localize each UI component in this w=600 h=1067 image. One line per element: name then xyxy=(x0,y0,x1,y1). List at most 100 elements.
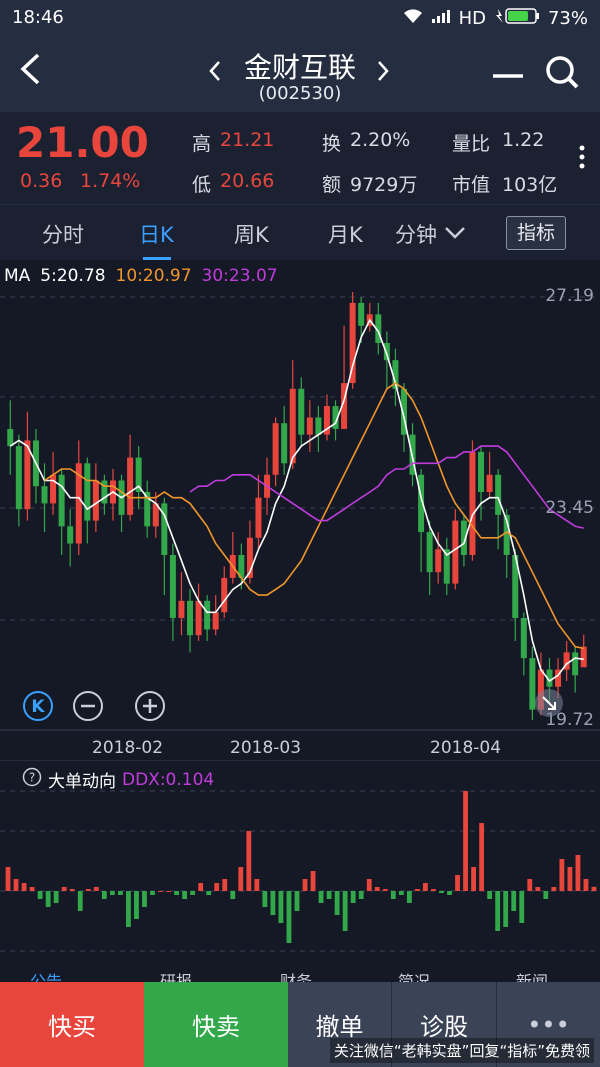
ddx-bar xyxy=(406,891,412,903)
ma5-value: 5:20.78 xyxy=(40,266,106,286)
candle-body xyxy=(67,526,74,544)
candle-body xyxy=(358,302,365,326)
candle-body xyxy=(178,600,185,619)
bottom-action-bar: 公告 研报 财务 简况 新闻 快买 快卖 撤单 诊股 ••• 关注微信“老韩实盘… xyxy=(0,972,600,1067)
ddx-bar xyxy=(69,889,75,891)
signal-icon xyxy=(431,8,451,29)
last-price: 21.00 xyxy=(16,118,149,167)
k-mode-icon[interactable]: K xyxy=(22,690,54,726)
status-time: 18:46 xyxy=(12,7,64,28)
ddx-bar xyxy=(495,891,501,931)
price-change-pct: 1.74% xyxy=(80,170,141,192)
candle-body xyxy=(212,612,219,630)
tab-finance[interactable]: 财务 xyxy=(280,968,312,982)
tab-minute[interactable]: 分钟 xyxy=(395,219,437,249)
next-stock-chevron-icon[interactable] xyxy=(376,60,390,86)
candle-body xyxy=(195,600,202,636)
ddx-bar xyxy=(551,887,557,891)
ma10-line xyxy=(44,382,584,650)
ddx-bar xyxy=(431,889,436,891)
tab-weekly-k[interactable]: 周K xyxy=(234,219,269,249)
chevron-down-icon[interactable] xyxy=(444,225,466,244)
ddx-bar xyxy=(101,891,107,899)
tab-profile[interactable]: 简况 xyxy=(398,968,430,982)
battery-percent: 73% xyxy=(547,8,588,29)
watermark-text: 关注微信“老韩实盘”回复“指标”免费领 xyxy=(329,1038,594,1063)
ddx-bar xyxy=(543,891,549,899)
ddx-bar xyxy=(366,879,372,891)
candle-body xyxy=(221,577,228,613)
ddx-bar xyxy=(503,891,509,927)
ddx-bar xyxy=(134,891,139,919)
network-type: HD xyxy=(458,8,486,29)
ma10-value: 10:20.97 xyxy=(115,266,192,286)
more-vertical-icon[interactable] xyxy=(578,144,586,174)
ddx-bar xyxy=(126,891,131,927)
ddx-bar xyxy=(166,891,171,892)
ddx-bar xyxy=(246,831,252,891)
ddx-header: ? 大单动向 DDX:0.104 xyxy=(22,767,214,792)
quote-panel: 21.00 0.36 1.74% 高 21.21 低 20.66 换 2.20%… xyxy=(0,112,600,204)
candle-body xyxy=(435,549,442,573)
ddx-bar xyxy=(262,891,268,907)
volume-ratio-value: 1.22 xyxy=(502,129,545,151)
candle-body xyxy=(298,388,305,435)
ddx-bar xyxy=(310,871,316,891)
tab-research[interactable]: 研报 xyxy=(160,968,192,982)
price-change: 0.36 xyxy=(20,170,63,192)
high-label: 高 xyxy=(192,133,212,155)
ddx-bar xyxy=(182,891,188,899)
ddx-bar xyxy=(439,891,444,893)
turnover-label: 换 xyxy=(322,133,342,155)
indicator-button[interactable]: 指标 xyxy=(506,216,566,250)
candle-body xyxy=(255,497,262,538)
ddx-bar xyxy=(278,891,284,923)
candle-body xyxy=(383,342,390,361)
ddx-bar xyxy=(575,855,581,891)
kline-chart[interactable]: MA 5:20.78 10:20.97 30:23.07 27.19 23.45… xyxy=(0,260,600,760)
ddx-bar xyxy=(254,879,260,891)
period-tabs: 分时 日K 周K 月K 分钟 指标 xyxy=(0,204,600,261)
ddx-bar xyxy=(350,891,356,903)
ddx-chart[interactable]: ? 大单动向 DDX:0.104 xyxy=(0,760,600,983)
ddx-bar xyxy=(61,887,67,891)
minimize-icon[interactable] xyxy=(492,66,524,85)
candle-body xyxy=(520,618,527,659)
candle-body xyxy=(580,646,587,668)
fullscreen-icon[interactable] xyxy=(534,688,564,722)
zoom-in-icon[interactable] xyxy=(134,690,166,726)
tab-monthly-k[interactable]: 月K xyxy=(328,219,363,249)
market-cap-value: 103亿 xyxy=(502,174,558,196)
tab-daily-k[interactable]: 日K xyxy=(139,219,174,249)
zoom-out-icon[interactable] xyxy=(72,690,104,726)
ddx-bar xyxy=(286,891,292,943)
candle-body xyxy=(58,474,65,527)
ddx-bar xyxy=(214,883,220,891)
status-bar: 18:46 HD 73% xyxy=(0,0,600,36)
quick-buy-button[interactable]: 快买 xyxy=(0,982,144,1067)
ddx-bar xyxy=(77,891,83,911)
candle-body xyxy=(572,652,579,676)
ddx-value: DDX:0.104 xyxy=(122,769,215,790)
tab-news[interactable]: 新闻 xyxy=(516,968,548,982)
svg-text:K: K xyxy=(31,697,45,717)
kline-svg xyxy=(0,292,600,731)
ddx-bar xyxy=(463,791,468,891)
axis-mid-label: 23.45 xyxy=(545,498,594,518)
ddx-bar xyxy=(190,891,196,895)
volume-ratio-label: 量比 xyxy=(452,133,491,155)
ddx-bar xyxy=(5,867,11,891)
ddx-bar xyxy=(29,887,35,891)
tab-intraday[interactable]: 分时 xyxy=(42,219,84,249)
candle-body xyxy=(272,423,279,475)
ddx-svg xyxy=(0,790,600,952)
help-icon[interactable]: ? xyxy=(22,767,42,792)
market-cap-label: 市值 xyxy=(452,174,491,196)
quick-sell-button[interactable]: 快卖 xyxy=(144,982,288,1067)
tab-announcement[interactable]: 公告 xyxy=(30,968,62,982)
prev-stock-chevron-icon[interactable] xyxy=(208,60,222,86)
candle-body xyxy=(289,388,296,464)
candle-body xyxy=(478,451,485,492)
search-icon[interactable] xyxy=(544,54,580,94)
date-label: 2018-02 xyxy=(92,738,164,758)
